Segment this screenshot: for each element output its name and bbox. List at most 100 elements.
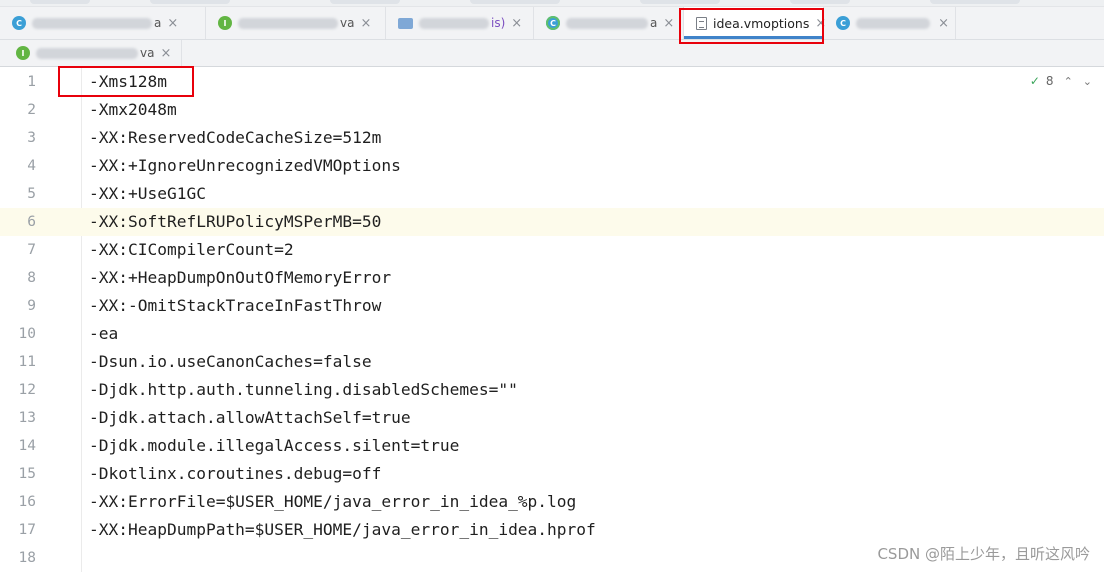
editor-tab-bar-row-2: I va ×	[0, 40, 1104, 67]
blurred-tab-title	[856, 17, 931, 29]
class-icon: C	[546, 16, 560, 30]
file-icon	[696, 16, 707, 30]
code-text[interactable]: -XX:SoftRefLRUPolicyMSPerMB=50	[89, 208, 381, 236]
class-icon: C	[12, 16, 26, 30]
line-number: 8	[27, 270, 36, 286]
tab-title-fragment: va	[340, 16, 355, 30]
code-text[interactable]: -ea	[89, 320, 118, 348]
inspection-count: 8	[1045, 74, 1054, 88]
editor-line[interactable]: 7 -XX:CICompilerCount=2	[0, 236, 1104, 264]
next-highlight-icon[interactable]: ⌄	[1083, 75, 1092, 88]
editor-tab-bar: C a × I va × is) × C a × idea.vmoptions …	[0, 7, 1104, 40]
line-number: 16	[18, 494, 36, 510]
ghost-tab	[470, 0, 560, 4]
close-tab-icon[interactable]: ×	[938, 17, 949, 30]
interface-icon: I	[218, 16, 232, 30]
ghost-tab	[790, 0, 850, 4]
line-number: 9	[27, 298, 36, 314]
watermark: CSDN @陌上少年，且听这风吟	[877, 545, 1090, 563]
tab-title-fragment: a	[154, 16, 162, 30]
editor-tab-6[interactable]: C ×	[824, 7, 956, 39]
line-number: 17	[18, 522, 36, 538]
previous-highlight-icon[interactable]: ⌃	[1064, 75, 1073, 88]
editor-line[interactable]: 10 -ea	[0, 320, 1104, 348]
line-number: 1	[27, 74, 36, 90]
editor-line[interactable]: 8 -XX:+HeapDumpOnOutOfMemoryError	[0, 264, 1104, 292]
editor-line[interactable]: 15 -Dkotlinx.coroutines.debug=off	[0, 460, 1104, 488]
code-text[interactable]: -XX:ErrorFile=$USER_HOME/java_error_in_i…	[89, 488, 576, 516]
line-number: 13	[18, 410, 36, 426]
code-text[interactable]: -Djdk.http.auth.tunneling.disabledScheme…	[89, 376, 518, 404]
line-number: 15	[18, 466, 36, 482]
code-text[interactable]: -XX:+UseG1GC	[89, 180, 206, 208]
editor-tab-4[interactable]: C a ×	[534, 7, 684, 39]
line-number: 12	[18, 382, 36, 398]
code-text[interactable]: -XX:HeapDumpPath=$USER_HOME/java_error_i…	[89, 516, 596, 544]
editor-line[interactable]: 17 -XX:HeapDumpPath=$USER_HOME/java_error…	[0, 516, 1104, 544]
editor-tab-7[interactable]: I va ×	[0, 40, 182, 66]
line-number: 18	[18, 550, 36, 566]
editor-line[interactable]: 16 -XX:ErrorFile=$USER_HOME/java_error_in…	[0, 488, 1104, 516]
line-number: 6	[27, 214, 36, 230]
check-icon: ✓	[1029, 74, 1040, 88]
code-text[interactable]: -XX:CICompilerCount=2	[89, 236, 294, 264]
editor-line[interactable]: 12 -Djdk.http.auth.tunneling.disabledSche…	[0, 376, 1104, 404]
editor-tab-1[interactable]: C a ×	[0, 7, 206, 39]
close-tab-icon[interactable]: ×	[663, 17, 674, 30]
ghost-tab	[640, 0, 720, 4]
editor-line[interactable]: 6 -XX:SoftRefLRUPolicyMSPerMB=50	[0, 208, 1104, 236]
ghost-tab	[930, 0, 1020, 4]
line-number: 3	[27, 130, 36, 146]
line-number: 7	[27, 242, 36, 258]
editor-tab-3[interactable]: is) ×	[386, 7, 534, 39]
inspection-widget[interactable]: ✓ 8 ⌃ ⌄	[1030, 74, 1092, 88]
blurred-tab-title	[36, 47, 138, 59]
code-text[interactable]: -XX:ReservedCodeCacheSize=512m	[89, 124, 381, 152]
code-text[interactable]: -XX:+IgnoreUnrecognizedVMOptions	[89, 152, 401, 180]
top-tab-strip-partial	[0, 0, 1104, 7]
code-text[interactable]: -Xms128m	[89, 68, 167, 96]
editor-line[interactable]: 2 -Xmx2048m	[0, 96, 1104, 124]
blurred-tab-title	[566, 17, 648, 29]
code-text[interactable]: -Djdk.attach.allowAttachSelf=true	[89, 404, 411, 432]
interface-icon: I	[16, 46, 30, 60]
close-tab-icon[interactable]: ×	[360, 17, 371, 30]
line-number: 4	[27, 158, 36, 174]
tab-title-fragment: va	[140, 46, 155, 60]
code-text[interactable]: -Dsun.io.useCanonCaches=false	[89, 348, 372, 376]
editor-line[interactable]: 14 -Djdk.module.illegalAccess.silent=true	[0, 432, 1104, 460]
close-tab-icon[interactable]: ×	[160, 47, 171, 60]
close-tab-icon[interactable]: ×	[511, 17, 522, 30]
code-text[interactable]: -Dkotlinx.coroutines.debug=off	[89, 460, 381, 488]
editor-line[interactable]: 11 -Dsun.io.useCanonCaches=false	[0, 348, 1104, 376]
line-number: 11	[18, 354, 36, 370]
blurred-tab-title	[419, 17, 489, 29]
editor-line[interactable]: 5 -XX:+UseG1GC	[0, 180, 1104, 208]
line-number: 5	[27, 186, 36, 202]
ghost-tab	[150, 0, 230, 4]
folder-icon	[398, 17, 413, 29]
code-text[interactable]: -Djdk.module.illegalAccess.silent=true	[89, 432, 459, 460]
close-tab-icon[interactable]: ×	[167, 17, 178, 30]
editor-line[interactable]: 13 -Djdk.attach.allowAttachSelf=true	[0, 404, 1104, 432]
editor-tab-idea-vmoptions[interactable]: idea.vmoptions ×	[684, 7, 826, 39]
class-icon: C	[836, 16, 850, 30]
tab-title-fragment: a	[650, 16, 658, 30]
editor-line[interactable]: 3 -XX:ReservedCodeCacheSize=512m	[0, 124, 1104, 152]
editor-line[interactable]: 4 -XX:+IgnoreUnrecognizedVMOptions	[0, 152, 1104, 180]
line-number: 10	[18, 326, 36, 342]
code-editor[interactable]: 1 -Xms128m 2 -Xmx2048m 3 -XX:ReservedCodeCach…	[0, 68, 1104, 572]
editor-line[interactable]: 1 -Xms128m	[0, 68, 1104, 96]
code-text[interactable]: -Xmx2048m	[89, 96, 177, 124]
blurred-tab-title	[32, 17, 152, 29]
tab-title: idea.vmoptions	[713, 15, 810, 31]
editor-line[interactable]: 9 -XX:-OmitStackTraceInFastThrow	[0, 292, 1104, 320]
tab-title-fragment: is)	[491, 16, 506, 30]
line-number: 14	[18, 438, 36, 454]
ghost-tab	[30, 0, 90, 4]
editor-tab-2[interactable]: I va ×	[206, 7, 386, 39]
ghost-tab	[330, 0, 400, 4]
code-text[interactable]: -XX:-OmitStackTraceInFastThrow	[89, 292, 381, 320]
code-text[interactable]: -XX:+HeapDumpOnOutOfMemoryError	[89, 264, 391, 292]
blurred-tab-title	[238, 17, 338, 29]
